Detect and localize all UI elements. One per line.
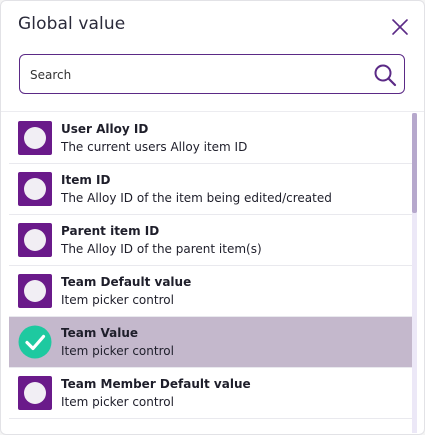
list-scrollbar[interactable] xyxy=(412,113,417,433)
close-icon[interactable] xyxy=(389,16,411,38)
item-badge-icon xyxy=(18,376,52,410)
item-name: User Alloy ID xyxy=(61,122,149,136)
item-description: Item picker control xyxy=(61,344,174,358)
search-box xyxy=(19,54,405,94)
global-value-dialog: Global value User Alloy ID The current u… xyxy=(0,0,425,435)
scrollbar-thumb[interactable] xyxy=(412,113,417,213)
item-name: Team Default value xyxy=(61,275,192,289)
list-item[interactable]: User Alloy ID The current users Alloy it… xyxy=(9,113,413,164)
item-description: The current users Alloy item ID xyxy=(61,140,248,154)
item-description: Item picker control xyxy=(61,395,174,409)
search-icon[interactable] xyxy=(373,63,397,87)
item-name: Parent item ID xyxy=(61,224,160,238)
list-item[interactable]: Team Default value Item picker control xyxy=(9,266,413,317)
item-name: Team Value xyxy=(61,326,139,340)
item-badge-icon xyxy=(18,172,52,206)
item-description: The Alloy ID of the parent item(s) xyxy=(61,242,262,256)
close-button[interactable] xyxy=(389,16,411,38)
list-item[interactable]: Parent item ID The Alloy ID of the paren… xyxy=(9,215,413,266)
item-description: Item picker control xyxy=(61,293,174,307)
item-name: Item ID xyxy=(61,173,111,187)
item-name: Team Member Default value xyxy=(61,377,251,391)
value-list: User Alloy ID The current users Alloy it… xyxy=(9,113,413,433)
check-circle-icon xyxy=(18,325,52,359)
list-item[interactable]: Item ID The Alloy ID of the item being e… xyxy=(9,164,413,215)
search-input[interactable] xyxy=(28,55,362,94)
item-badge-icon xyxy=(18,121,52,155)
item-badge-icon xyxy=(18,274,52,308)
list-item[interactable]: Team Member Default value Item picker co… xyxy=(9,368,413,419)
divider xyxy=(1,111,424,112)
item-badge-icon xyxy=(18,223,52,257)
dialog-title: Global value xyxy=(18,14,126,34)
list-item-selected[interactable]: Team Value Item picker control xyxy=(9,317,413,368)
item-description: The Alloy ID of the item being edited/cr… xyxy=(61,191,332,205)
